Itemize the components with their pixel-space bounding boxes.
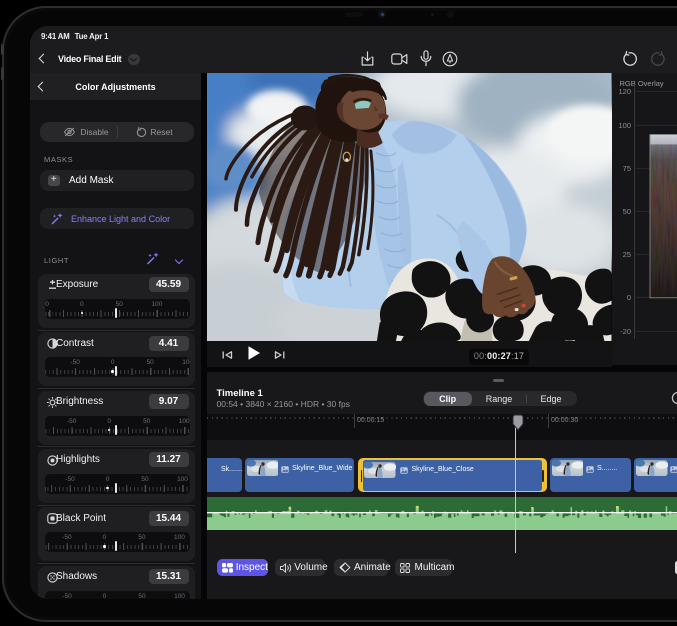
svg-text:-20: -20 [620,327,631,336]
svg-text:75: 75 [622,164,630,173]
svg-text:0: 0 [626,293,630,302]
svg-text:120: 120 [618,87,631,96]
svg-text:25: 25 [622,250,630,259]
svg-text:50: 50 [622,207,630,216]
svg-text:100: 100 [618,121,631,130]
